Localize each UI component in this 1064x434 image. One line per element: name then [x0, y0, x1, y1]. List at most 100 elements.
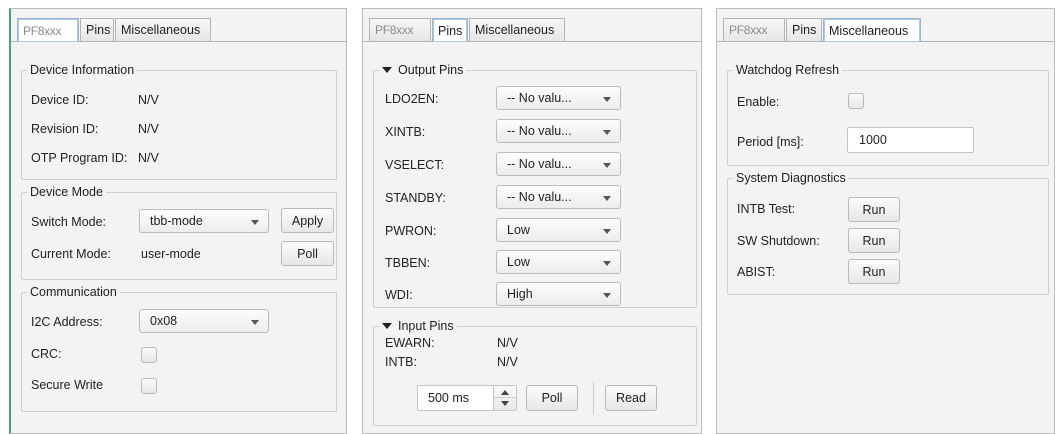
chevron-down-icon [603, 261, 611, 266]
pf8xxx-logo: PF8xxx [729, 23, 768, 37]
tab-pf8xxx[interactable]: PF8xxx [17, 18, 79, 42]
device-id-label: Device ID: [31, 93, 89, 107]
switch-mode-label: Switch Mode: [31, 215, 107, 229]
pin-value-wdi: High [507, 287, 533, 301]
spinner-buttons[interactable] [493, 386, 516, 410]
chevron-down-icon [603, 293, 611, 298]
run-intb-test-button[interactable]: Run [848, 197, 900, 222]
device-mode-title: Device Mode [27, 185, 106, 199]
poll-pins-button[interactable]: Poll [526, 385, 578, 411]
i2c-address-label: I2C Address: [31, 315, 103, 329]
pin-select-pwron[interactable]: Low [496, 218, 621, 242]
pin-value-vselect: -- No valu... [507, 157, 572, 171]
apply-button[interactable]: Apply [281, 208, 334, 233]
tab-bar: PF8xxx Pins Miscellaneous [11, 9, 346, 42]
tab-pins[interactable]: Pins [786, 18, 822, 41]
period-input[interactable]: 1000 [847, 127, 974, 153]
tab-miscellaneous[interactable]: Miscellaneous [115, 18, 211, 41]
current-mode-label: Current Mode: [31, 247, 111, 261]
secure-write-checkbox[interactable] [141, 378, 157, 394]
poll-interval-value: 500 ms [428, 391, 469, 405]
chevron-down-icon [603, 163, 611, 168]
period-value: 1000 [859, 133, 887, 147]
crc-checkbox[interactable] [141, 347, 157, 363]
tab-pf8xxx[interactable]: PF8xxx [369, 18, 431, 41]
device-id-value: N/V [138, 93, 159, 107]
pin-label-standby: STANDBY: [385, 191, 446, 205]
tab-pins[interactable]: Pins [80, 18, 114, 41]
tab-bar: PF8xxx Pins Miscellaneous [717, 9, 1054, 42]
pin-label-xintb: XINTB: [385, 125, 426, 139]
run-sw-shutdown-button[interactable]: Run [848, 228, 900, 253]
otp-program-id-value: N/V [138, 151, 159, 165]
pin-value-xintb: -- No valu... [507, 124, 572, 138]
tab-miscellaneous[interactable]: Miscellaneous [469, 18, 565, 41]
system-diagnostics-title: System Diagnostics [733, 171, 849, 185]
watchdog-enable-checkbox[interactable] [848, 93, 864, 109]
pin-select-vselect[interactable]: -- No valu... [496, 152, 621, 176]
increment-arrow-icon[interactable] [501, 390, 509, 395]
chevron-down-icon [251, 220, 259, 225]
abist-label: ABIST: [737, 265, 776, 279]
pin-label-pwron: PWRON: [385, 224, 437, 238]
pin-value-pwron: Low [507, 223, 530, 237]
output-pins-title[interactable]: Output Pins [379, 63, 467, 77]
otp-program-id-label: OTP Program ID: [31, 151, 128, 165]
i2c-address-value: 0x08 [150, 314, 178, 328]
pins-panel: PF8xxx Pins Miscellaneous Output Pins LD… [362, 8, 702, 434]
period-label: Period [ms]: [737, 135, 804, 149]
enable-label: Enable: [737, 95, 780, 109]
current-mode-value: user-mode [141, 247, 201, 261]
input-pins-title[interactable]: Input Pins [379, 319, 457, 333]
poll-interval-spinner[interactable]: 500 ms [417, 385, 517, 411]
tab-pins[interactable]: Pins [432, 18, 468, 42]
pin-label-wdi: WDI: [385, 288, 413, 302]
pin-label-tbben: TBBEN: [385, 256, 431, 270]
pin-select-standby[interactable]: -- No valu... [496, 185, 621, 209]
watchdog-refresh-title: Watchdog Refresh [733, 63, 843, 77]
tab-miscellaneous[interactable]: Miscellaneous [823, 18, 921, 42]
pin-select-xintb[interactable]: -- No valu... [496, 119, 621, 143]
ewarn-label: EWARN: [385, 336, 435, 350]
secure-write-label: Secure Write [31, 378, 104, 392]
pin-select-ldo2en[interactable]: -- No valu... [496, 86, 621, 110]
intb-test-label: INTB Test: [737, 202, 796, 216]
communication-title: Communication [27, 285, 120, 299]
revision-id-label: Revision ID: [31, 122, 99, 136]
device-mode-group [21, 192, 337, 280]
output-pins-label: Output Pins [398, 63, 464, 77]
pf8xxx-logo: PF8xxx [23, 23, 62, 38]
intb-label: INTB: [385, 355, 417, 369]
ewarn-value: N/V [497, 336, 518, 350]
run-abist-button[interactable]: Run [848, 259, 900, 284]
pin-select-tbben[interactable]: Low [496, 250, 621, 274]
pin-value-tbben: Low [507, 255, 530, 269]
decrement-arrow-icon[interactable] [501, 401, 509, 406]
intb-value: N/V [497, 355, 518, 369]
revision-id-value: N/V [138, 122, 159, 136]
pin-select-wdi[interactable]: High [496, 282, 621, 306]
collapse-triangle-icon [382, 323, 392, 329]
i2c-address-select[interactable]: 0x08 [139, 309, 269, 333]
tab-pf8xxx[interactable]: PF8xxx [723, 18, 785, 41]
sw-shutdown-label: SW Shutdown: [737, 234, 820, 248]
chevron-down-icon [603, 130, 611, 135]
pin-label-ldo2en: LDO2EN: [385, 92, 439, 106]
chevron-down-icon [251, 320, 259, 325]
tab-bar: PF8xxx Pins Miscellaneous [363, 9, 701, 42]
chevron-down-icon [603, 97, 611, 102]
chevron-down-icon [603, 229, 611, 234]
switch-mode-select[interactable]: tbb-mode [139, 209, 269, 233]
device-panel: PF8xxx Pins Miscellaneous Device Informa… [9, 8, 347, 434]
device-information-title: Device Information [27, 63, 138, 77]
read-pins-button[interactable]: Read [605, 385, 657, 411]
chevron-down-icon [603, 196, 611, 201]
pin-value-standby: -- No valu... [507, 190, 572, 204]
poll-mode-button[interactable]: Poll [281, 241, 334, 266]
pin-label-vselect: VSELECT: [385, 158, 445, 172]
crc-label: CRC: [31, 347, 62, 361]
pf8xxx-logo: PF8xxx [375, 23, 414, 37]
miscellaneous-panel: PF8xxx Pins Miscellaneous Watchdog Refre… [716, 8, 1055, 434]
input-pins-label: Input Pins [398, 319, 454, 333]
spinner-divider [494, 397, 516, 398]
